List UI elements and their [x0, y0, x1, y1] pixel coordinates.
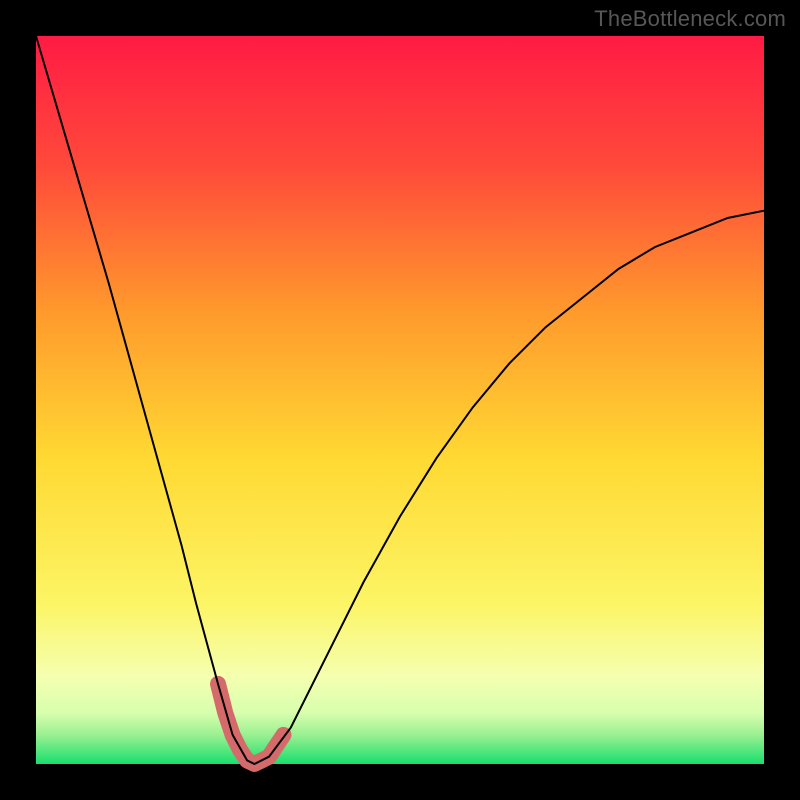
plot-area [36, 36, 764, 764]
bottleneck-curve [36, 36, 764, 764]
watermark-text: TheBottleneck.com [594, 6, 786, 32]
curves-svg [36, 36, 764, 764]
chart-stage: TheBottleneck.com [0, 0, 800, 800]
